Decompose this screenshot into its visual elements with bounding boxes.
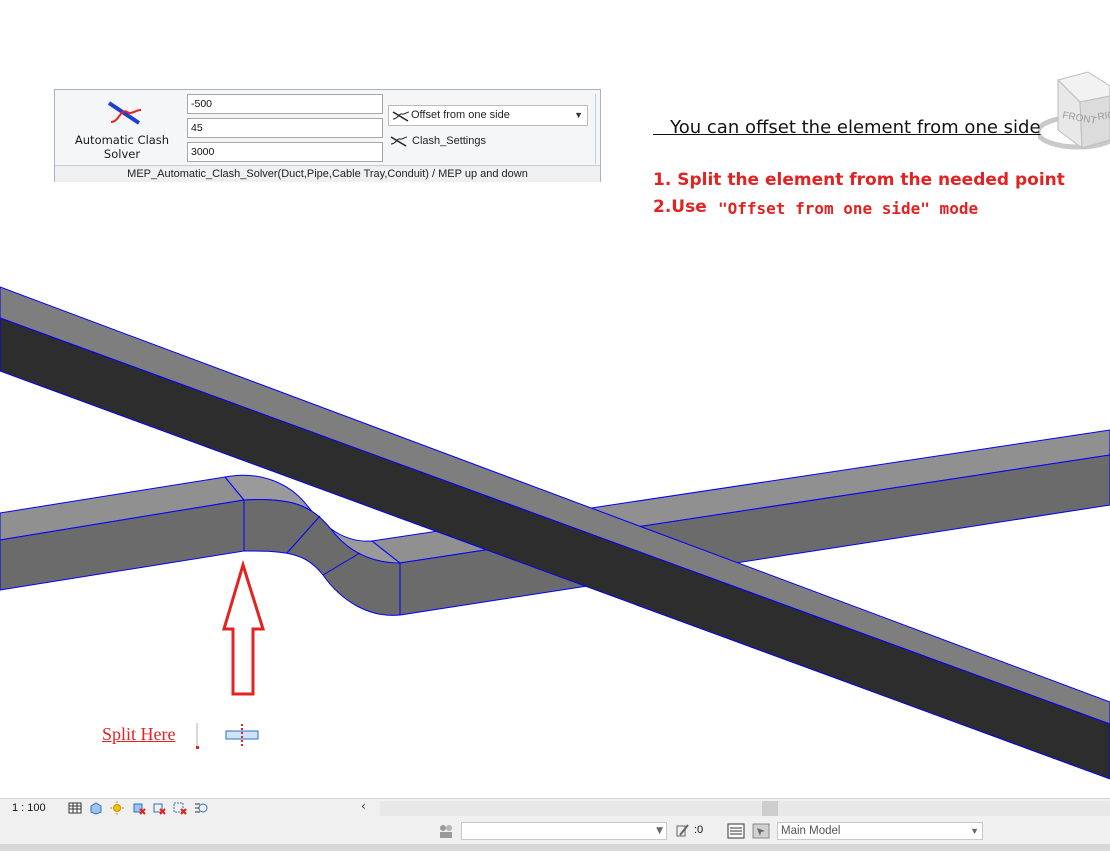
view-control-bar: 1 : 100 ‹ [0, 798, 1110, 818]
cube-icon: FRONT RIG [1035, 71, 1110, 150]
temporary-hide-icon[interactable] [194, 801, 208, 815]
status-bar-bottom-edge [0, 844, 1110, 851]
step-2-note: 2.Use [653, 197, 707, 217]
panel-title[interactable]: MEP_Automatic_Clash_Solver(Duct,Pipe,Cab… [55, 165, 600, 182]
ribbon-panel: Automatic Clash Solver -500 45 3000 Offs… [54, 89, 601, 182]
workset-dropdown[interactable]: ▼ [461, 822, 667, 840]
view-scale[interactable]: 1 : 100 [12, 802, 46, 814]
editable-only-icon[interactable] [674, 823, 690, 839]
show-crop-region-icon[interactable] [173, 801, 187, 815]
active-model-icon[interactable] [752, 823, 770, 839]
length-input[interactable]: 3000 [187, 142, 383, 162]
detail-level-icon[interactable] [68, 801, 82, 815]
chevron-down-icon: ▼ [970, 826, 979, 836]
worksets-icon[interactable] [437, 823, 455, 839]
scrollbar-thumb[interactable] [762, 801, 778, 816]
sun-path-icon[interactable] [110, 801, 124, 815]
shadows-icon[interactable] [132, 801, 146, 815]
active-model-dropdown[interactable]: Main Model ▼ [777, 822, 983, 840]
active-model-value: Main Model [781, 825, 841, 837]
horizontal-scrollbar[interactable] [380, 801, 1110, 816]
angle-input[interactable]: 45 [187, 118, 383, 138]
mode-dropdown[interactable]: Offset from one side ▼ [388, 105, 588, 126]
headline-note: You can offset the element from one side [653, 117, 1041, 138]
clash-solver-label: Automatic Clash Solver [74, 133, 170, 161]
step-1-note: 1. Split the element from the needed poi… [653, 170, 1065, 190]
caret-marker [196, 746, 199, 749]
offset-distance-input[interactable]: -500 [187, 94, 383, 114]
offset-mode-icon [392, 111, 410, 122]
step-2-mode-name: "Offset from one side" mode [718, 199, 979, 218]
crop-view-icon[interactable] [152, 801, 166, 815]
scroll-left-arrow[interactable]: ‹ [361, 799, 366, 813]
visual-style-icon[interactable] [89, 801, 103, 815]
panel-separator [595, 94, 596, 164]
chevron-down-icon: ▼ [656, 826, 663, 836]
editable-count: :0 [694, 824, 704, 836]
split-here-label: Split Here [102, 724, 176, 744]
split-pointer-arrow [221, 559, 266, 696]
mode-dropdown-value: Offset from one side [411, 109, 510, 121]
clash-settings-label: Clash_Settings [412, 135, 486, 147]
view-cube[interactable]: FRONT RIG [1035, 70, 1110, 166]
automatic-clash-solver-button[interactable]: Automatic Clash Solver [59, 94, 185, 164]
clash-solver-icon [107, 101, 142, 125]
design-options-icon[interactable] [727, 823, 745, 839]
split-element-icon [225, 724, 259, 746]
clash-settings-icon [390, 136, 408, 147]
status-bar: ▼ :0 Main Model ▼ [0, 818, 1110, 851]
cube-face-right: RIG [1097, 110, 1110, 123]
chevron-down-icon: ▼ [574, 110, 583, 120]
